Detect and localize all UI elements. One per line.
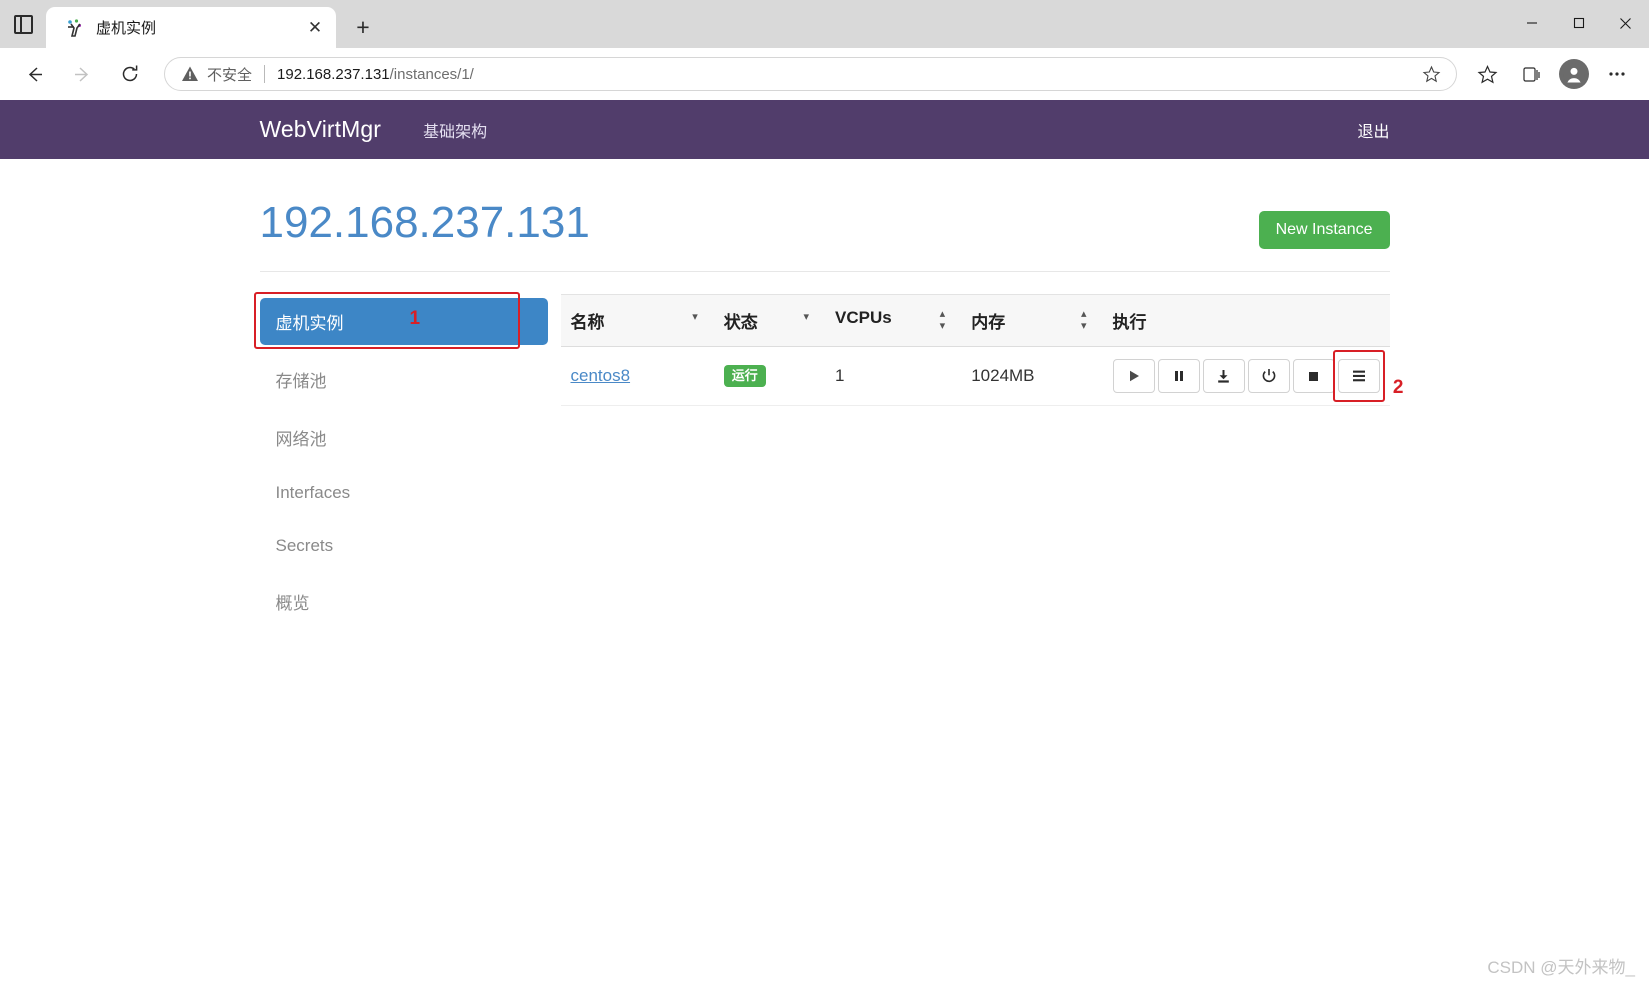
page-title: 192.168.237.131 <box>259 198 590 247</box>
url-path: /instances/1/ <box>389 65 474 83</box>
column-header-memory-label: 内存 <box>971 313 1006 332</box>
browser-window: 虚机实例 ✕ + 不安全 192.168.237.131/instances/1… <box>0 0 1649 986</box>
browser-toolbar: 不安全 192.168.237.131/instances/1/ <box>0 48 1649 100</box>
annotation-label-2: 2 <box>1392 377 1404 398</box>
instance-action-buttons: 2 <box>1112 350 1404 402</box>
power-icon <box>1262 369 1275 383</box>
cell-instance-name: centos8 <box>560 346 714 406</box>
sidebar-item-storage-pools[interactable]: 存储池 <box>260 356 548 403</box>
omnibox-divider <box>264 65 266 83</box>
minimize-icon[interactable] <box>1508 0 1555 46</box>
column-header-actions: 执行 <box>1102 294 1390 347</box>
column-header-vcpus-label: VCPUs <box>835 308 892 328</box>
sort-both-icon-memory: ▴ ▾ <box>1080 308 1087 332</box>
column-header-vcpus[interactable]: VCPUs ▴ ▾ <box>825 294 962 347</box>
cell-actions: 2 <box>1102 346 1404 406</box>
browser-tab[interactable]: 虚机实例 ✕ <box>46 7 336 48</box>
sidebar: 虚机实例 1 存储池 网络池 Interfaces Secrets 概览 <box>253 292 548 636</box>
sidebar-item-network-pools[interactable]: 网络池 <box>260 414 548 461</box>
sidebar-item-instances[interactable]: 虚机实例 <box>259 298 548 345</box>
sidebar-panel-icon <box>13 14 33 34</box>
column-header-status-label: 状态 <box>723 313 758 332</box>
close-icon[interactable] <box>1602 0 1649 46</box>
column-header-name[interactable]: 名称 ▾ <box>560 294 714 347</box>
app-brand[interactable]: WebVirtMgr <box>260 116 382 143</box>
tab-actions-button[interactable] <box>0 0 46 48</box>
instances-table-wrap: 名称 ▾ 状态 ▾ VCPUs ▴ ▾ 内存 ▴ ▾ 执行 centos8 运行… <box>548 294 1404 406</box>
column-header-status[interactable]: 状态 ▾ <box>713 294 826 347</box>
add-favorite-icon[interactable] <box>1416 59 1446 89</box>
status-badge: 运行 <box>723 364 766 388</box>
logout-link[interactable]: 退出 <box>1357 118 1389 142</box>
app-navbar: WebVirtMgr 基础架构 退出 <box>0 100 1649 159</box>
instance-link-centos8[interactable]: centos8 <box>571 366 631 385</box>
nav-item-infrastructure[interactable]: 基础架构 <box>423 118 487 142</box>
page-header: 192.168.237.131 New Instance <box>259 198 1390 272</box>
cell-vcpus: 1 <box>825 346 962 406</box>
sort-desc-icon-status: ▾ <box>803 311 810 323</box>
maximize-icon[interactable] <box>1555 0 1602 46</box>
console-menu-button[interactable] <box>1337 359 1380 393</box>
sidebar-item-secrets[interactable]: Secrets <box>260 525 548 567</box>
suspend-button[interactable] <box>1202 359 1245 393</box>
download-icon <box>1218 369 1229 383</box>
sort-desc-icon-name: ▾ <box>692 311 698 323</box>
pause-icon <box>1174 371 1183 381</box>
hamburger-icon <box>1352 370 1365 382</box>
table-head: 名称 ▾ 状态 ▾ VCPUs ▴ ▾ 内存 ▴ ▾ 执行 <box>560 294 1390 347</box>
sidebar-item-overview[interactable]: 概览 <box>260 578 548 625</box>
table-row: centos8 运行 1 1024MB 2 <box>560 346 1404 406</box>
page-content: WebVirtMgr 基础架构 退出 192.168.237.131 New I… <box>0 100 1649 986</box>
cell-status: 运行 <box>713 346 826 406</box>
stop-icon <box>1309 371 1318 381</box>
column-header-memory[interactable]: 内存 ▴ ▾ <box>961 294 1103 347</box>
url-host: 192.168.237.131 <box>277 65 390 83</box>
new-instance-button[interactable]: New Instance <box>1258 211 1390 249</box>
column-header-name-label: 名称 <box>570 313 605 332</box>
instances-table: 名称 ▾ 状态 ▾ VCPUs ▴ ▾ 内存 ▴ ▾ 执行 centos8 运行… <box>560 294 1404 406</box>
collections-icon[interactable] <box>1512 55 1550 93</box>
profile-avatar[interactable] <box>1559 59 1589 89</box>
pause-button[interactable] <box>1157 359 1200 393</box>
sidebar-item-instances-wrap: 虚机实例 1 <box>253 292 548 349</box>
more-options-icon[interactable] <box>1598 55 1636 93</box>
new-tab-button[interactable]: + <box>346 10 380 44</box>
column-header-actions-label: 执行 <box>1112 313 1147 332</box>
play-icon <box>1129 370 1139 382</box>
page-container: 192.168.237.131 New Instance 虚机实例 1 存储池 … <box>253 159 1404 636</box>
window-controls <box>1508 0 1649 46</box>
sort-both-icon-vcpus: ▴ ▾ <box>939 308 946 332</box>
cell-memory: 1024MB <box>961 346 1103 406</box>
poweroff-button[interactable] <box>1247 359 1290 393</box>
csdn-watermark: CSDN @天外来物_ <box>1487 958 1635 977</box>
browser-titlebar: 虚机实例 ✕ + <box>0 0 1649 48</box>
table-header-row: 名称 ▾ 状态 ▾ VCPUs ▴ ▾ 内存 ▴ ▾ 执行 <box>560 294 1390 347</box>
reload-icon[interactable] <box>110 54 150 94</box>
navbar-right: 退出 <box>1357 118 1389 142</box>
sidebar-item-interfaces[interactable]: Interfaces <box>260 472 548 514</box>
webvirtmgr-favicon <box>64 18 84 38</box>
navbar-inner: WebVirtMgr 基础架构 退出 <box>260 100 1390 159</box>
start-button[interactable] <box>1112 359 1155 393</box>
address-bar[interactable]: 不安全 192.168.237.131/instances/1/ <box>164 57 1457 91</box>
content-row: 虚机实例 1 存储池 网络池 Interfaces Secrets 概览 名称 … <box>253 292 1404 636</box>
favorites-icon[interactable] <box>1468 55 1506 93</box>
back-arrow-icon[interactable] <box>14 54 54 94</box>
security-status-text: 不安全 <box>207 66 253 84</box>
tab-title: 虚机实例 <box>96 20 157 37</box>
annotation-label-1: 1 <box>409 308 421 329</box>
tab-close-icon[interactable]: ✕ <box>302 15 328 41</box>
table-body: centos8 运行 1 1024MB 2 <box>560 346 1404 406</box>
url-text: 192.168.237.131/instances/1/ <box>277 66 474 83</box>
forceoff-button[interactable] <box>1292 359 1335 393</box>
forward-arrow-icon <box>62 54 102 94</box>
not-secure-warning-icon <box>181 65 199 83</box>
